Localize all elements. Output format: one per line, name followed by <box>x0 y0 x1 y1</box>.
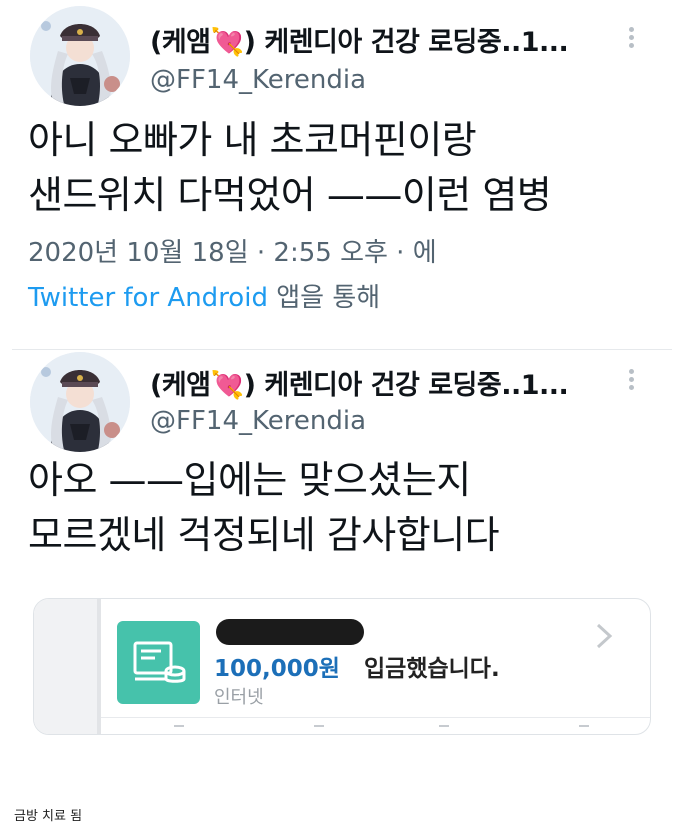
display-name[interactable]: (케앰💘) 케렌디아 건강 로딩중..1... <box>150 363 569 402</box>
tweet-timestamp[interactable]: 2020년 10월 18일 · 2:55 오후 · 에 <box>28 232 437 269</box>
user-handle[interactable]: @FF14_Kerendia <box>150 65 366 95</box>
deposit-message: 입금했습니다. <box>364 656 500 682</box>
source-link[interactable]: Twitter for Android <box>28 283 268 313</box>
tweet-2: (케앰💘) 케렌디아 건강 로딩중..1... @FF14_Kerendia 아… <box>0 350 674 750</box>
tweet-source: Twitter for Android 앱을 통해 <box>28 277 380 314</box>
display-name[interactable]: (케앰💘) 케렌디아 건강 로딩중..1... <box>150 20 569 59</box>
card-side-strip <box>34 599 101 734</box>
redacted-sender <box>216 619 364 645</box>
more-vertical-icon[interactable] <box>622 366 640 396</box>
tweet-text: 아오 ——입에는 맞으셨는지 모르겠네 걱정되네 감사합니다 <box>28 458 500 557</box>
deposit-channel: 인터넷 <box>214 687 264 708</box>
card-rule <box>101 717 650 718</box>
source-suffix: 앱을 통해 <box>267 283 381 313</box>
tweet-1: (케앰💘) 케렌디아 건강 로딩중..1... @FF14_Kerendia 아… <box>0 0 674 345</box>
avatar[interactable] <box>30 352 130 452</box>
card-footer <box>174 725 594 734</box>
deposit-amount: 100,000원 <box>214 656 340 682</box>
avatar[interactable] <box>30 6 130 106</box>
attached-image[interactable]: 100,000원 입금했습니다. 인터넷 <box>33 598 651 735</box>
caption: 금방 치료 됨 <box>14 809 83 824</box>
card-strip-edge <box>97 599 101 734</box>
tweet-text: 아니 오빠가 내 초코머핀이랑 샌드위치 다먹었어 ——이런 염병 <box>28 118 552 217</box>
chevron-right-icon <box>596 623 613 649</box>
bank-deposit-icon <box>117 621 200 704</box>
user-handle[interactable]: @FF14_Kerendia <box>150 406 366 436</box>
more-vertical-icon[interactable] <box>622 24 640 54</box>
